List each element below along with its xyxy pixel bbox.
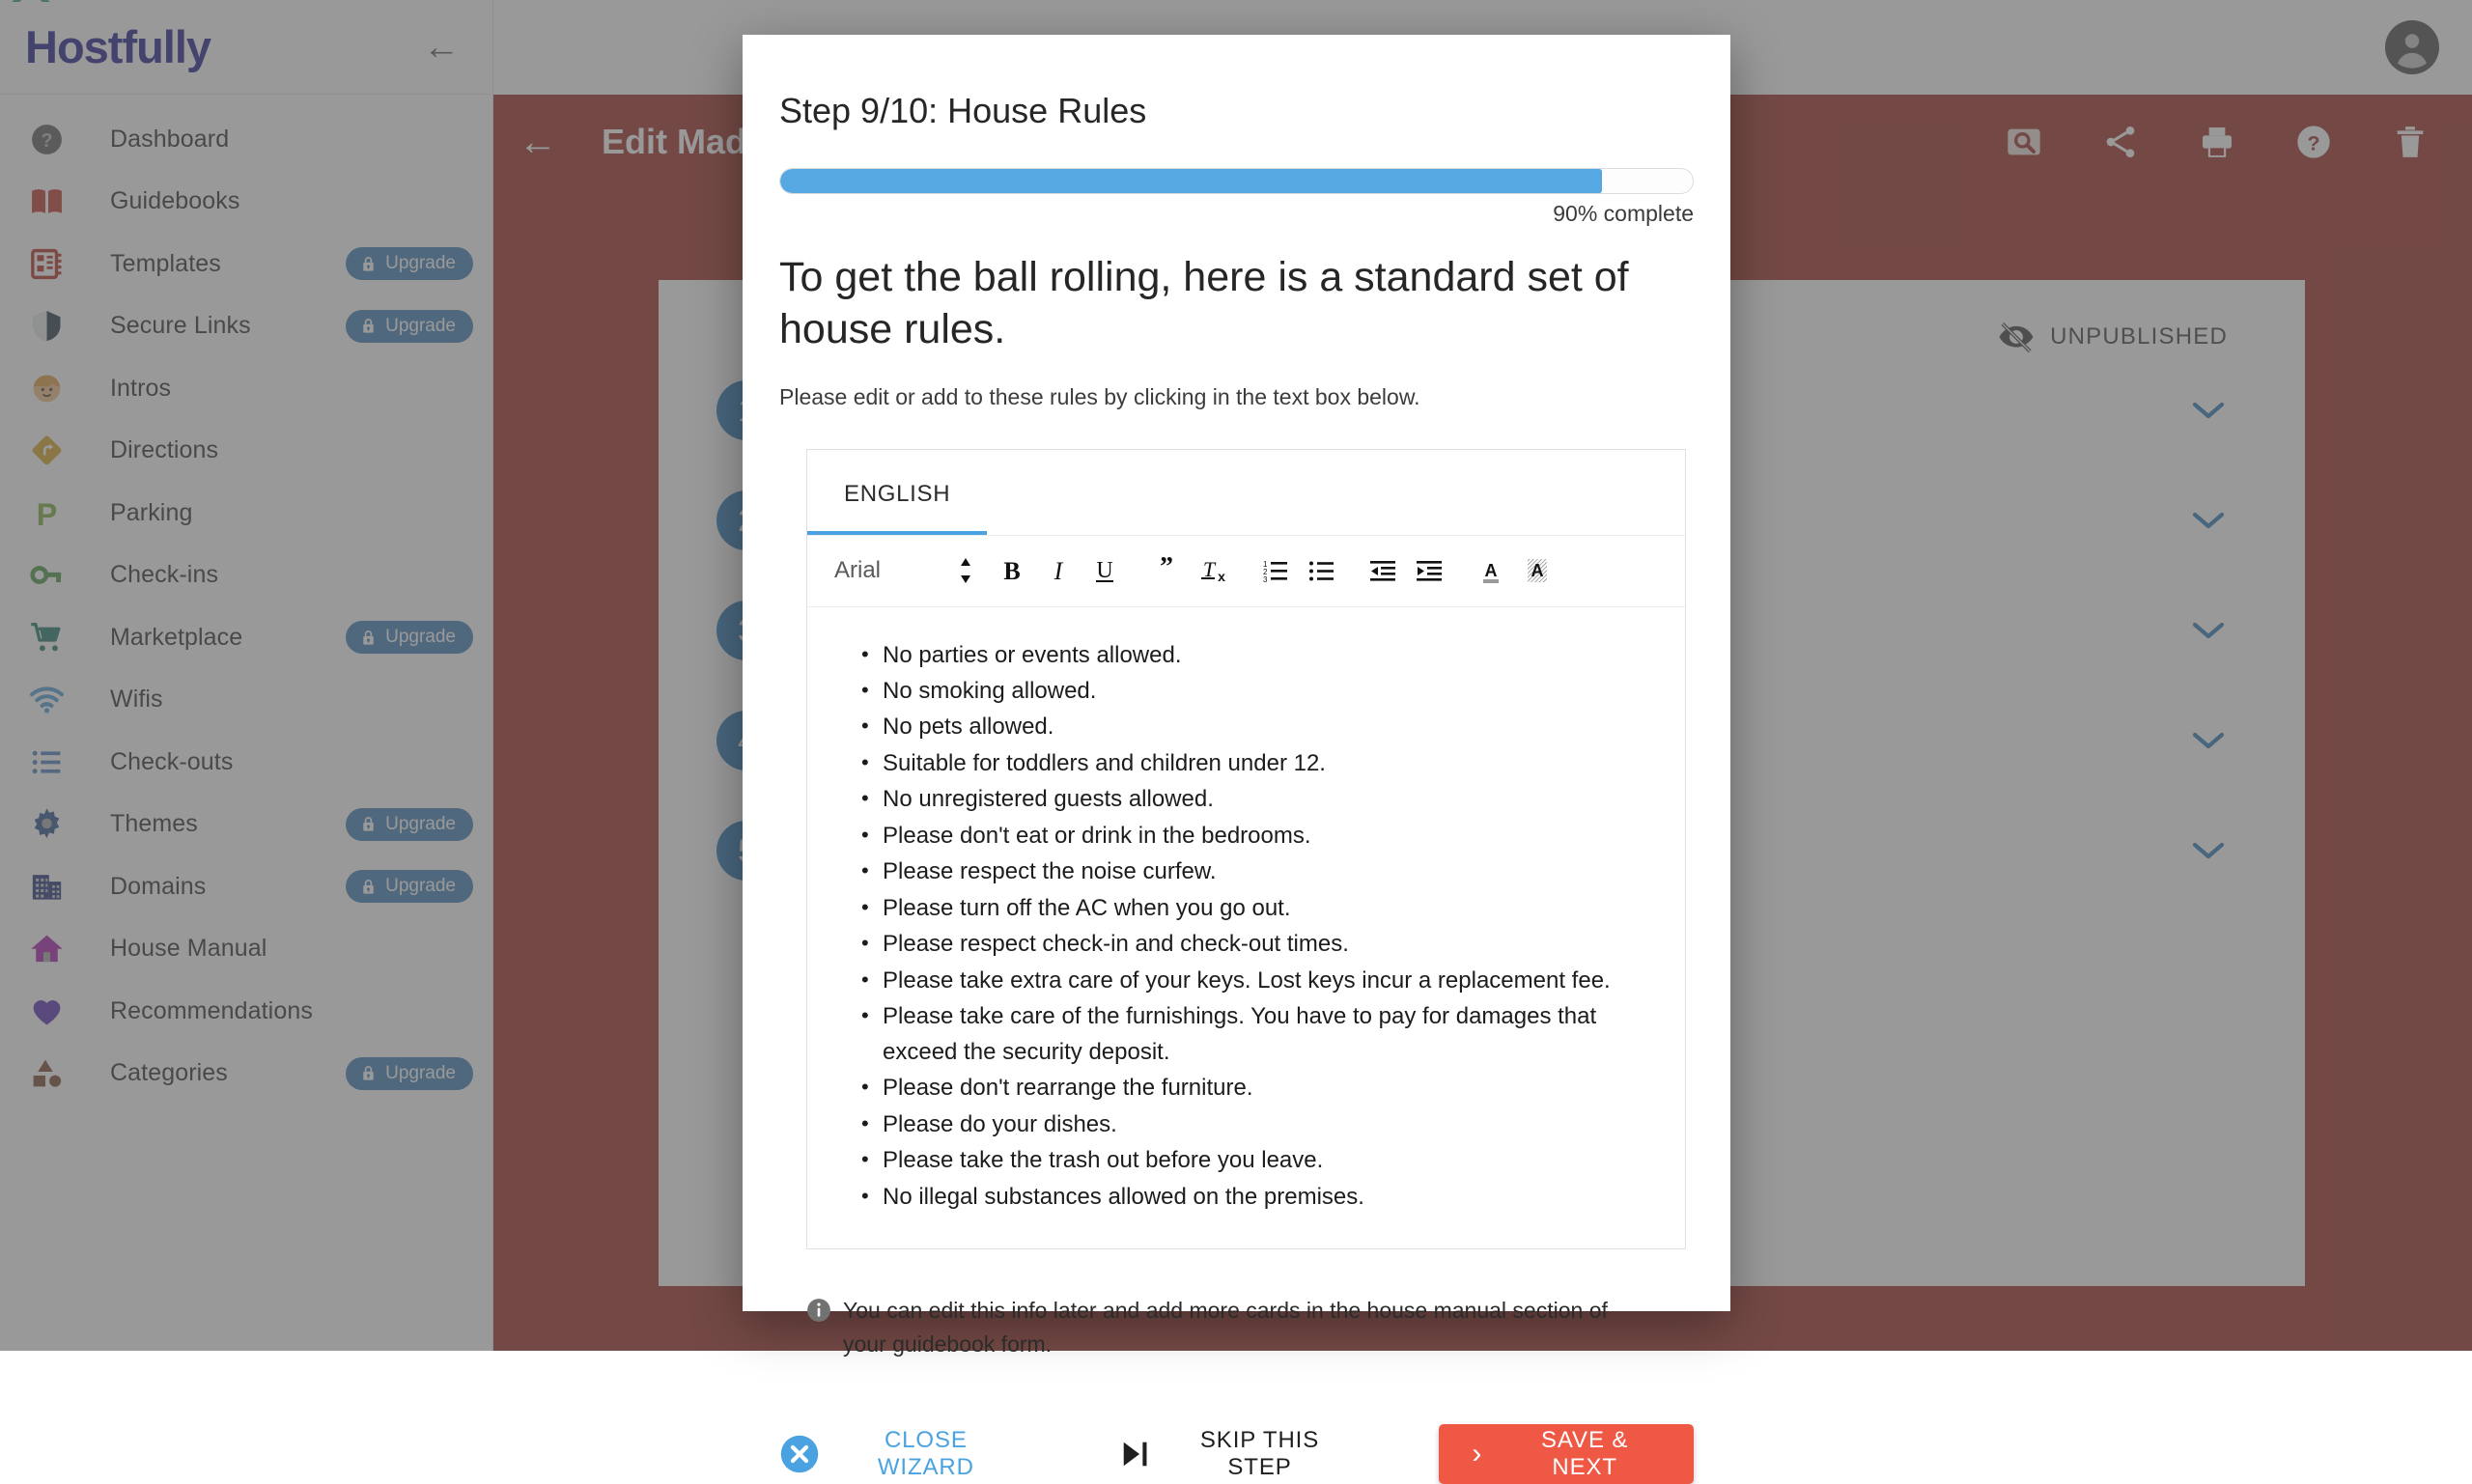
save-and-next-label: SAVE & NEXT (1508, 1427, 1661, 1481)
house-rule-item: Please do your dishes. (883, 1107, 1652, 1142)
italic-icon[interactable]: I (1035, 547, 1082, 594)
svg-text:U: U (1096, 558, 1112, 583)
house-rule-item: Please take care of the furnishings. You… (883, 999, 1652, 1070)
blockquote-icon[interactable]: ” (1143, 547, 1190, 594)
house-rule-item: No smoking allowed. (883, 674, 1652, 709)
house-rule-item: Please turn off the AC when you go out. (883, 891, 1652, 926)
house-rule-item: Please respect the noise curfew. (883, 854, 1652, 889)
indent-icon[interactable] (1406, 547, 1452, 594)
skip-next-icon (1119, 1440, 1152, 1469)
wizard-subheading: Please edit or add to these rules by cli… (779, 384, 1694, 410)
close-wizard-button[interactable]: CLOSE WIZARD (779, 1427, 1015, 1481)
wizard-heading: To get the ball rolling, here is a stand… (779, 252, 1694, 356)
close-circle-icon (779, 1434, 820, 1474)
skip-step-label: SKIP THIS STEP (1169, 1427, 1351, 1481)
info-circle-icon (806, 1298, 831, 1323)
rich-text-editor: ENGLISH Arial B I U ” (806, 449, 1686, 1250)
wizard-footer: CLOSE WIZARD SKIP THIS STEP › SAVE & NEX… (779, 1424, 1694, 1484)
progress-track (779, 168, 1694, 194)
editor-toolbar: Arial B I U ” Tx (807, 536, 1685, 607)
house-rule-item: No unregistered guests allowed. (883, 782, 1652, 817)
svg-text:”: ” (1160, 556, 1173, 582)
skip-step-button[interactable]: SKIP THIS STEP (1119, 1427, 1351, 1481)
wizard-step-title: Step 9/10: House Rules (779, 35, 1694, 131)
progress-fill (780, 169, 1602, 193)
underline-icon[interactable]: U (1082, 547, 1128, 594)
chevron-right-icon: › (1472, 1440, 1481, 1469)
ordered-list-icon[interactable]: 123 (1251, 547, 1298, 594)
svg-text:A: A (1531, 561, 1544, 580)
house-rule-item: Please take the trash out before you lea… (883, 1143, 1652, 1178)
font-size-stepper-icon[interactable] (942, 547, 989, 594)
clear-formatting-icon[interactable]: Tx (1190, 547, 1236, 594)
house-rule-item: Please don't eat or drink in the bedroom… (883, 819, 1652, 854)
font-family-select[interactable]: Arial (834, 557, 881, 584)
house-rule-item: No parties or events allowed. (883, 638, 1652, 673)
tab-english[interactable]: ENGLISH (807, 450, 987, 535)
highlight-color-icon[interactable]: A (1514, 547, 1560, 594)
outdent-icon[interactable] (1360, 547, 1406, 594)
house-rule-item: No illegal substances allowed on the pre… (883, 1180, 1652, 1215)
svg-text:x: x (1218, 569, 1225, 584)
house-rule-item: Please don't rearrange the furniture. (883, 1071, 1652, 1106)
close-wizard-label: CLOSE WIZARD (837, 1427, 1015, 1481)
text-color-icon[interactable]: A (1468, 547, 1514, 594)
unordered-list-icon[interactable] (1298, 547, 1344, 594)
editor-content[interactable]: No parties or events allowed.No smoking … (807, 607, 1685, 1249)
house-rule-item: No pets allowed. (883, 710, 1652, 744)
house-rule-item: Please respect check-in and check-out ti… (883, 927, 1652, 962)
svg-text:I: I (1053, 557, 1064, 585)
house-rule-item: Suitable for toddlers and children under… (883, 746, 1652, 781)
svg-text:B: B (1003, 557, 1020, 585)
house-rule-item: Please take extra care of your keys. Los… (883, 964, 1652, 998)
svg-text:A: A (1485, 561, 1498, 580)
house-rules-list: No parties or events allowed.No smoking … (840, 638, 1652, 1216)
wizard-modal: Step 9/10: House Rules 90% complete To g… (743, 35, 1730, 1311)
wizard-progress: 90% complete (779, 168, 1694, 227)
svg-text:3: 3 (1263, 575, 1268, 584)
language-tabs: ENGLISH (807, 450, 1685, 536)
save-and-next-button[interactable]: › SAVE & NEXT (1439, 1424, 1694, 1484)
bold-icon[interactable]: B (989, 547, 1035, 594)
progress-label: 90% complete (779, 201, 1694, 227)
